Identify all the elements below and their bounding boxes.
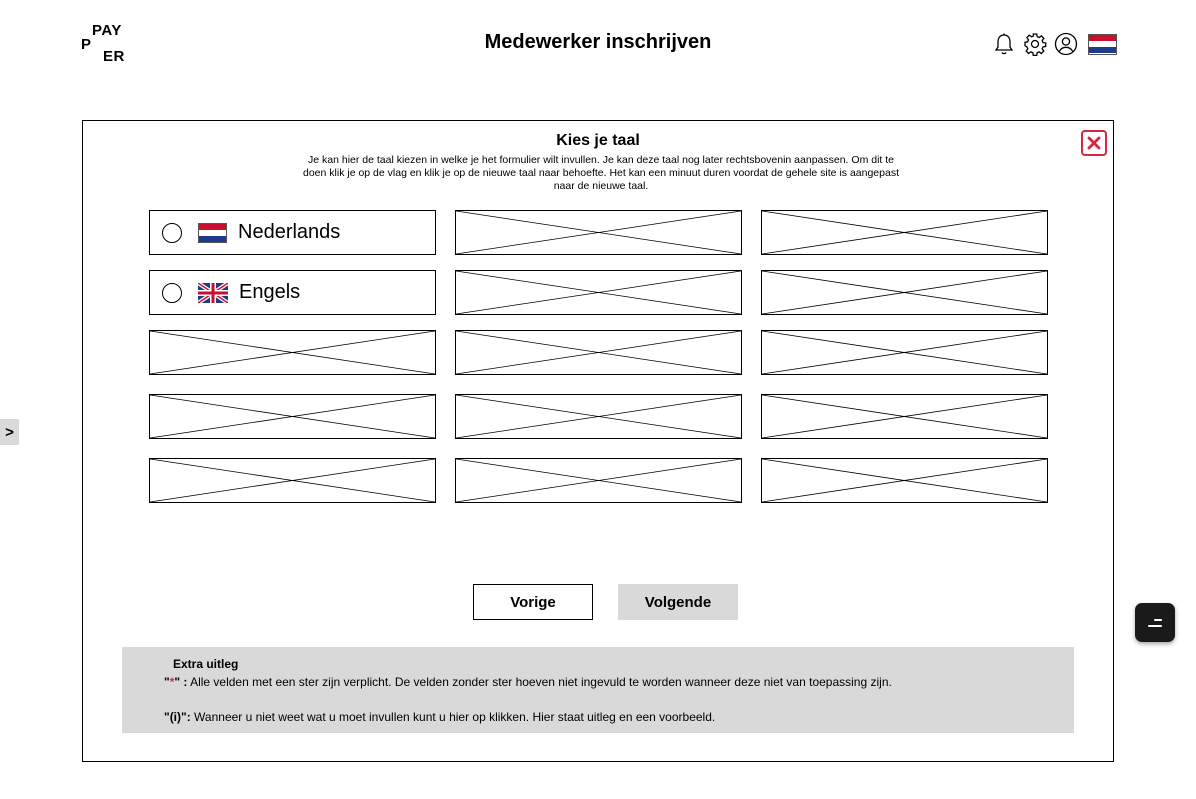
chat-button[interactable] (1135, 603, 1175, 642)
language-option-placeholder (761, 330, 1048, 375)
language-option-nederlands[interactable]: Nederlands (149, 210, 436, 255)
language-option-placeholder (761, 270, 1048, 315)
language-label-engels: Engels (239, 281, 301, 303)
required-text: Alle velden met een ster zijn verplicht.… (187, 675, 892, 689)
language-option-placeholder (455, 330, 742, 375)
language-option-placeholder (455, 210, 742, 255)
language-modal: Kies je taal Je kan hier de taal kiezen … (82, 120, 1114, 762)
flag-nl-icon (198, 222, 227, 243)
chat-icon (1148, 618, 1162, 628)
modal-description: Je kan hier de taal kiezen in welke je h… (303, 154, 899, 192)
language-option-placeholder (149, 330, 436, 375)
flag-uk-icon (198, 282, 228, 303)
modal-title: Kies je taal (556, 132, 640, 149)
sidebar-toggle-button[interactable]: > (0, 419, 19, 445)
flag-nl-icon[interactable] (1088, 33, 1117, 55)
info-prefix: "(i)": (164, 710, 191, 724)
gear-icon[interactable] (1021, 31, 1048, 58)
language-option-placeholder (149, 394, 436, 439)
language-option-placeholder (455, 394, 742, 439)
required-fields-note: "*" : Alle velden met een ster zijn verp… (164, 675, 892, 689)
language-option-placeholder (761, 394, 1048, 439)
radio-nederlands[interactable] (162, 222, 182, 243)
language-option-placeholder (455, 270, 742, 315)
next-button[interactable]: Volgende (618, 584, 738, 620)
bell-icon[interactable] (990, 31, 1017, 58)
user-icon[interactable] (1052, 31, 1079, 58)
logo-text-p: P (81, 36, 92, 53)
language-option-placeholder (761, 458, 1048, 503)
page-title: Medewerker inschrijven (484, 31, 712, 53)
language-option-placeholder (455, 458, 742, 503)
extra-info-panel: Extra uitleg "*" : Alle velden met een s… (122, 647, 1074, 733)
info-text: Wanneer u niet weet wat u moet invullen … (190, 710, 716, 724)
header-icons (990, 30, 1117, 58)
radio-engels[interactable] (162, 282, 182, 303)
previous-button[interactable]: Vorige (473, 584, 593, 620)
extra-info-title: Extra uitleg (173, 657, 239, 671)
required-suffix: " : (174, 675, 188, 689)
logo-text-pay: PAY (92, 22, 122, 39)
language-label-nederlands: Nederlands (238, 221, 341, 243)
info-icon-note: "(i)": Wanneer u niet weet wat u moet in… (164, 710, 715, 724)
logo[interactable]: PAY P ER (80, 22, 130, 66)
logo-text-er: ER (103, 48, 125, 65)
language-option-placeholder (761, 210, 1048, 255)
language-option-placeholder (149, 458, 436, 503)
language-option-engels[interactable]: Engels (149, 270, 436, 315)
